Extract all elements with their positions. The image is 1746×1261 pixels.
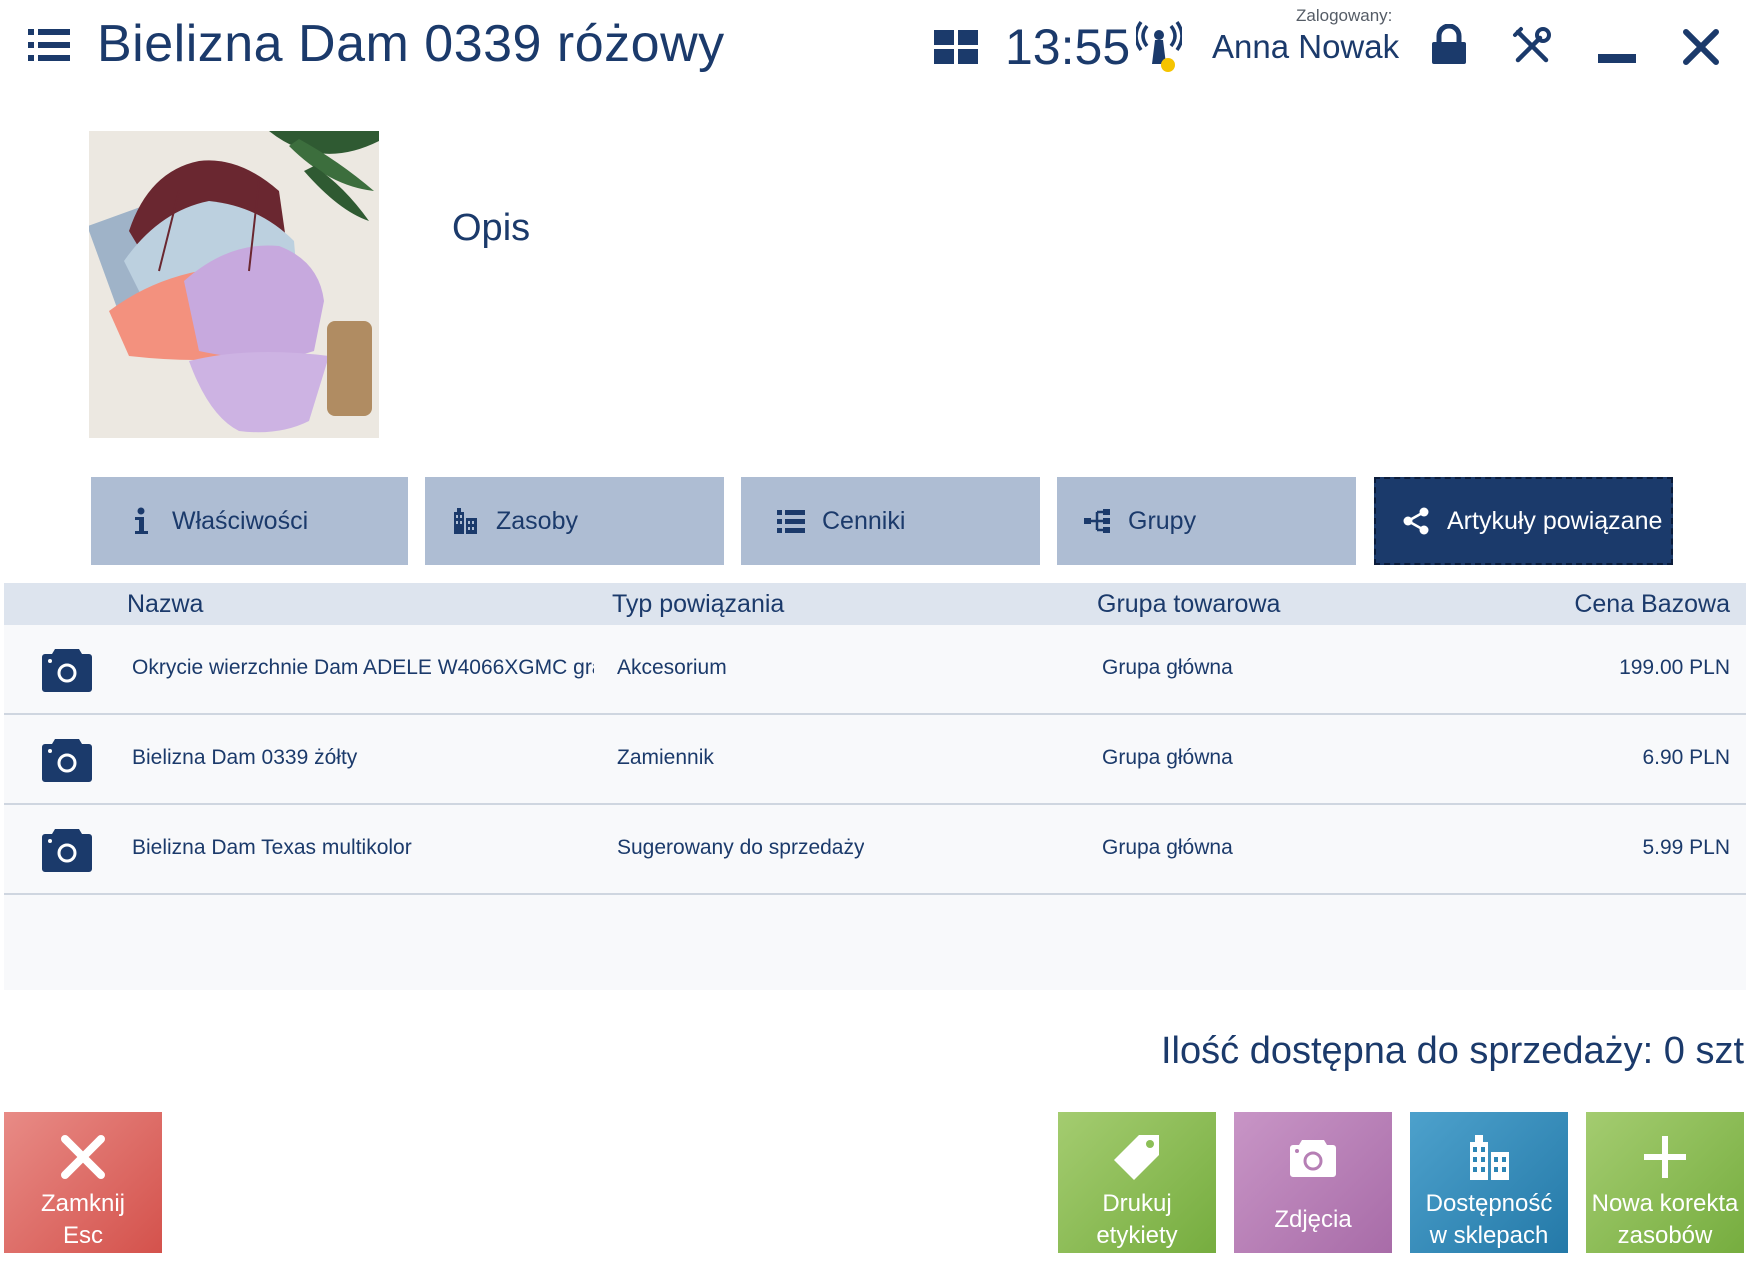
close-button[interactable]: Zamknij Esc bbox=[4, 1112, 162, 1253]
close-window-icon[interactable] bbox=[1682, 28, 1720, 66]
item-name: Bielizna Dam Texas multikolor bbox=[132, 836, 412, 859]
camera-icon bbox=[1288, 1132, 1338, 1182]
button-label: Nowa korekta bbox=[1591, 1190, 1739, 1217]
column-header-price[interactable]: Cena Bazowa bbox=[1574, 590, 1730, 619]
tab-label: Właściwości bbox=[172, 506, 309, 535]
product-image[interactable] bbox=[89, 131, 379, 438]
button-label: Drukuj bbox=[1102, 1190, 1172, 1217]
button-label: Zamknij bbox=[40, 1190, 125, 1217]
tiles-icon[interactable] bbox=[934, 30, 978, 64]
item-relation: Akcesorium bbox=[617, 656, 727, 679]
availability-value: 0 szt bbox=[1663, 1030, 1744, 1072]
availability-summary: Ilość dostępna do sprzedaży: 0 szt bbox=[1161, 1030, 1744, 1073]
table-row[interactable]: Okrycie wierzchnie Dam ADELE W4066XGMC g… bbox=[4, 625, 1746, 715]
tools-icon[interactable] bbox=[1512, 26, 1552, 66]
table-row[interactable]: Bielizna Dam 0339 żółty Zamiennik Grupa … bbox=[4, 715, 1746, 805]
minimize-icon[interactable] bbox=[1598, 54, 1636, 63]
camera-icon[interactable] bbox=[41, 643, 93, 695]
button-label: Dostępność bbox=[1425, 1190, 1553, 1217]
table-row[interactable]: Bielizna Dam Texas multikolor Sugerowany… bbox=[4, 805, 1746, 895]
camera-icon[interactable] bbox=[41, 823, 93, 875]
item-price: 199.00 PLN bbox=[1619, 656, 1730, 679]
hierarchy-icon bbox=[1083, 507, 1111, 535]
item-name: Okrycie wierzchnie Dam ADELE W4066XGMC g… bbox=[132, 656, 594, 679]
column-header-group[interactable]: Grupa towarowa bbox=[1097, 590, 1280, 619]
button-label: w sklepach bbox=[1429, 1222, 1549, 1249]
store-availability-button[interactable]: Dostępność w sklepach bbox=[1410, 1112, 1568, 1253]
description-label: Opis bbox=[452, 207, 531, 249]
tab-price-lists[interactable]: Cenniki bbox=[741, 477, 1040, 565]
login-label: Zalogowany: bbox=[1296, 6, 1393, 25]
buildings-icon bbox=[451, 507, 479, 535]
lock-icon[interactable] bbox=[1430, 23, 1468, 66]
close-icon bbox=[58, 1132, 108, 1182]
item-relation: Sugerowany do sprzedaży bbox=[617, 836, 865, 859]
item-price: 5.99 PLN bbox=[1642, 836, 1730, 859]
tab-groups[interactable]: Grupy bbox=[1057, 477, 1356, 565]
item-price: 6.90 PLN bbox=[1642, 746, 1730, 769]
button-label: Zdjęcia bbox=[1274, 1206, 1352, 1233]
item-relation: Zamiennik bbox=[617, 746, 714, 769]
tab-properties[interactable]: Właściwości bbox=[91, 477, 408, 565]
related-items-table: Okrycie wierzchnie Dam ADELE W4066XGMC g… bbox=[4, 625, 1746, 990]
tag-icon bbox=[1112, 1132, 1162, 1182]
tab-label: Cenniki bbox=[822, 506, 906, 535]
table-header: Nazwa Typ powiązania Grupa towarowa Cena… bbox=[4, 583, 1746, 625]
print-labels-button[interactable]: Drukuj etykiety bbox=[1058, 1112, 1216, 1253]
info-icon bbox=[127, 507, 155, 535]
connection-status-icon[interactable] bbox=[1134, 20, 1184, 74]
camera-icon[interactable] bbox=[41, 733, 93, 785]
tab-related-items[interactable]: Artykuły powiązane bbox=[1374, 477, 1673, 565]
new-stock-correction-button[interactable]: Nowa korekta zasobów bbox=[1586, 1112, 1744, 1253]
buildings-icon bbox=[1464, 1132, 1514, 1182]
column-header-relation[interactable]: Typ powiązania bbox=[612, 590, 784, 619]
list-icon bbox=[777, 507, 805, 535]
plus-icon bbox=[1640, 1132, 1690, 1182]
user-name[interactable]: Anna Nowak bbox=[1212, 28, 1399, 66]
menu-icon[interactable] bbox=[28, 28, 70, 62]
button-label: etykiety bbox=[1096, 1222, 1178, 1249]
column-header-name[interactable]: Nazwa bbox=[127, 590, 203, 619]
tab-label: Artykuły powiązane bbox=[1447, 506, 1663, 535]
page-title: Bielizna Dam 0339 różowy bbox=[97, 15, 725, 73]
button-label: Esc bbox=[62, 1222, 103, 1249]
button-label: zasobów bbox=[1617, 1222, 1713, 1249]
availability-label: Ilość dostępna do sprzedaży: bbox=[1161, 1030, 1654, 1072]
clock: 13:55 bbox=[1005, 19, 1131, 75]
item-group: Grupa główna bbox=[1102, 656, 1233, 679]
item-name: Bielizna Dam 0339 żółty bbox=[132, 746, 358, 769]
tab-label: Zasoby bbox=[496, 506, 578, 535]
item-group: Grupa główna bbox=[1102, 836, 1233, 859]
photos-button[interactable]: Zdjęcia bbox=[1234, 1112, 1392, 1253]
tab-resources[interactable]: Zasoby bbox=[425, 477, 724, 565]
share-icon bbox=[1402, 507, 1430, 535]
item-group: Grupa główna bbox=[1102, 746, 1233, 769]
tab-label: Grupy bbox=[1128, 506, 1197, 535]
